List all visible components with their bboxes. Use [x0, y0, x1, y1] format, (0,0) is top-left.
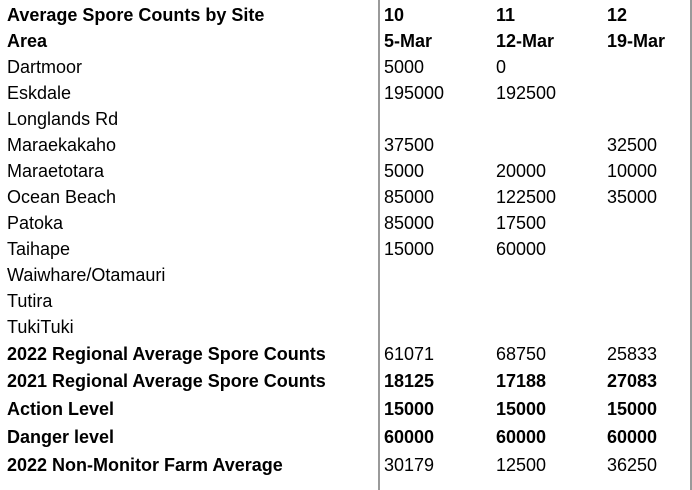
summary-value: 30179	[384, 455, 435, 475]
summary-value: 61071	[384, 344, 435, 364]
spore-count: 0	[496, 57, 507, 77]
site-row: Maraekakaho 37500 32500	[0, 132, 692, 158]
summary-value: 17188	[496, 371, 547, 391]
site-row: Eskdale 195000 192500	[0, 80, 692, 106]
summary-value: 12500	[496, 455, 547, 475]
site-row: Dartmoor 5000 0	[0, 54, 692, 80]
summary-value: 60000	[384, 427, 435, 447]
summary-label: 2022 Non-Monitor Farm Average	[7, 455, 283, 475]
spore-count: 122500	[496, 187, 557, 207]
spore-count: 35000	[607, 187, 658, 207]
spore-count: 60000	[496, 239, 547, 259]
spreadsheet: Average Spore Counts by Site 10 11 12 Ar…	[0, 0, 692, 490]
site-row: Taihape 15000 60000	[0, 236, 692, 262]
summary-value: 60000	[607, 427, 658, 447]
sheet-title: Average Spore Counts by Site	[7, 5, 265, 25]
header-row-date: Area 5-Mar 12-Mar 19-Mar	[0, 28, 692, 54]
week-header: 11	[496, 5, 516, 25]
spore-count: 195000	[384, 83, 445, 103]
site-name: Maraetotara	[7, 161, 105, 181]
spore-count: 192500	[496, 83, 557, 103]
spore-count: 10000	[607, 161, 658, 181]
spore-count: 85000	[384, 213, 435, 233]
site-name: Eskdale	[7, 83, 72, 103]
site-name: Dartmoor	[7, 57, 83, 77]
summary-value: 15000	[607, 399, 658, 419]
summary-value: 27083	[607, 371, 658, 391]
summary-row: Action Level 15000 15000 15000	[0, 396, 692, 422]
site-row: Waiwhare/Otamauri	[0, 262, 692, 288]
spore-count: 15000	[384, 239, 435, 259]
site-name: Taihape	[7, 239, 71, 259]
date-header: 12-Mar	[496, 31, 555, 51]
area-header: Area	[7, 31, 48, 51]
site-row: Tutira	[0, 288, 692, 314]
site-name: Longlands Rd	[7, 109, 119, 129]
spore-count: 20000	[496, 161, 547, 181]
site-row: Maraetotara 5000 20000 10000	[0, 158, 692, 184]
summary-value: 36250	[607, 455, 658, 475]
summary-value: 15000	[384, 399, 435, 419]
site-name: Maraekakaho	[7, 135, 117, 155]
week-header: 12	[607, 5, 628, 25]
site-name: Patoka	[7, 213, 64, 233]
site-row: Ocean Beach 85000 122500 35000	[0, 184, 692, 210]
summary-value: 15000	[496, 399, 547, 419]
spore-count: 5000	[384, 57, 425, 77]
spore-count: 5000	[384, 161, 425, 181]
summary-label: 2022 Regional Average Spore Counts	[7, 344, 326, 364]
summary-label: Danger level	[7, 427, 115, 447]
date-header: 5-Mar	[384, 31, 433, 51]
summary-value: 60000	[496, 427, 547, 447]
summary-label: Action Level	[7, 399, 115, 419]
site-row: Longlands Rd	[0, 106, 692, 132]
summary-row: 2022 Non-Monitor Farm Average 30179 1250…	[0, 452, 692, 478]
summary-label: 2021 Regional Average Spore Counts	[7, 371, 326, 391]
summary-value: 25833	[607, 344, 658, 364]
site-row: Patoka 85000 17500	[0, 210, 692, 236]
header-row-week: Average Spore Counts by Site 10 11 12	[0, 2, 692, 28]
site-name: Ocean Beach	[7, 187, 117, 207]
summary-value: 18125	[384, 371, 435, 391]
summary-row: Danger level 60000 60000 60000	[0, 424, 692, 450]
site-name: Tutira	[7, 291, 53, 311]
summary-row: 2021 Regional Average Spore Counts 18125…	[0, 368, 692, 394]
spore-count: 85000	[384, 187, 435, 207]
summary-value: 68750	[496, 344, 547, 364]
site-name: TukiTuki	[7, 317, 74, 337]
site-row: TukiTuki	[0, 314, 692, 340]
site-name: Waiwhare/Otamauri	[7, 265, 166, 285]
spore-count: 32500	[607, 135, 658, 155]
date-header: 19-Mar	[607, 31, 666, 51]
summary-row: 2022 Regional Average Spore Counts 61071…	[0, 341, 692, 367]
spore-count: 17500	[496, 213, 547, 233]
week-header: 10	[384, 5, 405, 25]
spore-count: 37500	[384, 135, 435, 155]
